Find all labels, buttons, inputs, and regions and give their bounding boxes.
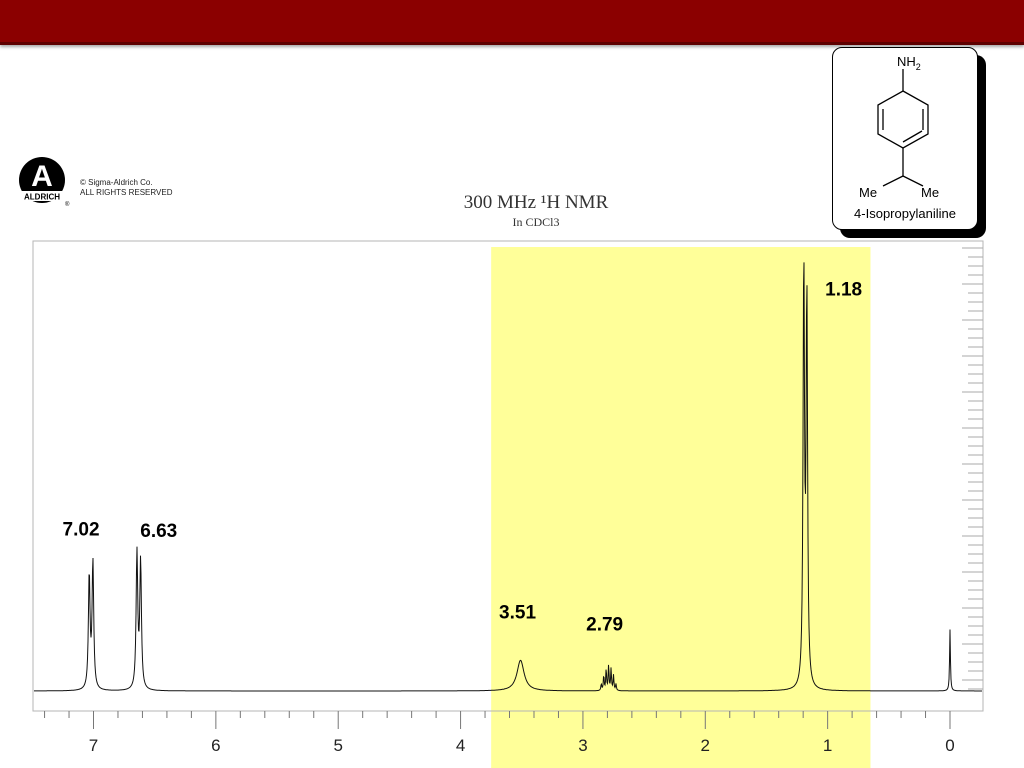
x-tick-label: 0 [945,736,954,755]
x-tick-label: 1 [823,736,832,755]
compound-name: 4-Isopropylaniline [854,206,956,221]
peak-shift-label: 1.18 [825,280,862,301]
x-tick-label: 6 [211,736,220,755]
x-tick-label: 4 [456,736,465,755]
peak-shift-label: 7.02 [63,520,100,541]
methyl-left-label: Me [859,185,877,200]
methyl-right-label: Me [921,185,939,200]
molecule-drawing: NH2 Me Me [859,54,939,200]
peak-shift-label: 6.63 [140,521,177,542]
peak-shift-label: 2.79 [586,615,623,636]
x-tick-label: 3 [578,736,587,755]
x-tick-label: 5 [333,736,342,755]
amine-group-label: NH2 [897,54,921,72]
structure-card: NH2 Me Me 4-Isopropylaniline [832,47,978,230]
right-ruler [962,247,983,690]
peak-shift-label: 3.51 [499,602,536,623]
x-tick-label: 2 [701,736,710,755]
x-tick-label: 7 [89,736,98,755]
